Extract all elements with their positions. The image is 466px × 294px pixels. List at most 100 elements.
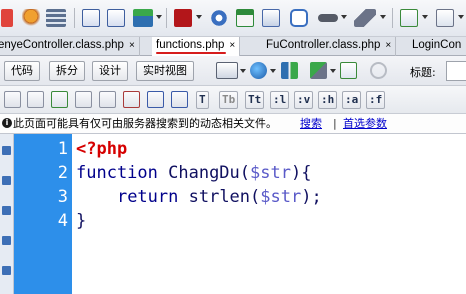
div-icon[interactable] (107, 9, 125, 27)
image-icon[interactable] (133, 9, 153, 27)
info-separator: | (333, 117, 337, 130)
format-icon-2[interactable] (27, 91, 44, 108)
tab-enyecontroller[interactable]: enyeController.class.php × (0, 37, 140, 56)
split-view-button[interactable]: 拆分 (49, 61, 85, 81)
select-parent-icon[interactable] (2, 206, 11, 215)
info-icon: i (2, 118, 12, 128)
document-toolbar: 代码 拆分 设计 实时视图 标题: (0, 56, 466, 86)
file-transfer-icon[interactable] (281, 62, 298, 79)
line-numbers-icon[interactable] (2, 266, 11, 275)
globe-icon[interactable] (250, 62, 267, 79)
format-button-h[interactable]: :h (318, 91, 338, 109)
format-button-a[interactable]: :a (342, 91, 362, 109)
new-document-icon[interactable] (1, 9, 13, 27)
template-icon[interactable] (354, 9, 376, 27)
code-line-2[interactable]: function ChangDu($str){ (76, 163, 311, 183)
code-editor[interactable]: 1 2 3 4 <?php function ChangDu($str){ re… (0, 134, 466, 294)
validate-icon[interactable] (340, 62, 357, 79)
calendar-icon[interactable] (236, 9, 254, 27)
text-format-button[interactable]: Tb (219, 91, 239, 109)
document-tabs: enyeController.class.php × functions.php ×… (0, 37, 466, 56)
flash-icon[interactable] (174, 9, 192, 27)
debug-icon[interactable] (310, 62, 327, 79)
variable-str: $str (260, 187, 302, 207)
toolbar-separator (74, 8, 75, 28)
tab-functions[interactable]: functions.php × (152, 37, 241, 56)
chevron-down-icon[interactable] (380, 15, 386, 19)
format-icon-1[interactable] (4, 91, 21, 108)
format-button-l[interactable]: :l (270, 91, 290, 109)
line-number: 2 (57, 163, 68, 183)
table-icon[interactable] (46, 9, 66, 27)
refresh-icon[interactable] (370, 62, 387, 79)
close-icon[interactable]: × (229, 40, 235, 51)
function-call: strlen( (178, 187, 261, 207)
tab-label: LoginCon (412, 39, 462, 51)
tab-label: functions.php (156, 39, 225, 51)
format-icon-7[interactable] (147, 91, 164, 108)
code-punctuation: ); (301, 187, 322, 207)
info-bar: i 此页面可能具有仅可由服务器搜索到的动态相关文件。 搜索 | 首选参数 (0, 114, 466, 134)
comment-icon[interactable] (290, 9, 308, 27)
title-field[interactable] (446, 61, 466, 81)
code-line-3[interactable]: return strlen($str); (76, 187, 322, 207)
format-icon-6[interactable] (123, 91, 140, 108)
toolbar-separator (166, 8, 167, 28)
tab-label: FuController.class.php (266, 39, 381, 51)
formatting-toolbar: T Tb Tt :l :v :h :a :f (0, 86, 466, 114)
chevron-down-icon[interactable] (270, 69, 276, 73)
chevron-down-icon[interactable] (458, 15, 464, 19)
tab-label: enyeController.class.php (0, 39, 124, 51)
expand-icon[interactable] (2, 176, 11, 185)
layout-icon[interactable] (82, 9, 100, 27)
chevron-down-icon[interactable] (422, 15, 428, 19)
multiscreen-icon[interactable] (216, 62, 238, 79)
format-button-f[interactable]: :f (366, 91, 386, 109)
main-toolbar (0, 0, 466, 37)
toolbar-separator (392, 8, 393, 28)
tab-logincontroller[interactable]: LoginCon (408, 37, 465, 56)
text-format-button[interactable]: Tt (245, 91, 265, 109)
format-icon-8[interactable] (171, 91, 188, 108)
format-button-v[interactable]: :v (294, 91, 314, 109)
collapse-icon[interactable] (2, 146, 11, 155)
coding-toolbar (0, 134, 14, 294)
close-icon[interactable]: × (385, 40, 391, 51)
live-view-button[interactable]: 实时视图 (136, 61, 194, 81)
function-name: ChangDu( (157, 163, 251, 183)
close-icon[interactable]: × (129, 40, 135, 51)
tab-fucontroller[interactable]: FuController.class.php × (262, 37, 397, 56)
code-line-1[interactable]: <?php (76, 139, 127, 159)
format-icon-4[interactable] (75, 91, 92, 108)
chevron-down-icon[interactable] (196, 15, 202, 19)
server-icon[interactable] (262, 9, 280, 27)
snippet-icon[interactable] (400, 9, 418, 27)
code-view-button[interactable]: 代码 (4, 61, 40, 81)
info-message: 此页面可能具有仅可由服务器搜索到的动态相关文件。 (13, 117, 277, 130)
chevron-down-icon[interactable] (341, 15, 347, 19)
insert-icon[interactable] (22, 9, 40, 27)
keyword-return: return (116, 187, 179, 207)
chevron-down-icon[interactable] (330, 69, 336, 73)
keyword-function: function (76, 163, 158, 183)
title-label: 标题: (410, 66, 436, 79)
design-view-button[interactable]: 设计 (92, 61, 128, 81)
detect-link[interactable]: 搜索 (300, 114, 322, 133)
line-number: 3 (57, 187, 68, 207)
code-line-4[interactable]: } (76, 211, 86, 231)
balance-braces-icon[interactable] (2, 236, 11, 245)
settings-icon[interactable] (210, 9, 228, 27)
chevron-down-icon[interactable] (240, 69, 246, 73)
line-number: 4 (57, 211, 68, 231)
format-icon-5[interactable] (99, 91, 116, 108)
preferences-link[interactable]: 首选参数 (343, 114, 387, 133)
format-icon-3[interactable] (51, 91, 68, 108)
code-punctuation: ){ (290, 163, 312, 183)
php-open-tag: <?php (76, 139, 128, 159)
chevron-down-icon[interactable] (156, 15, 162, 19)
text-format-button[interactable]: T (196, 91, 209, 109)
tag-icon[interactable] (318, 14, 338, 22)
help-icon[interactable] (436, 9, 454, 27)
closing-brace: } (76, 211, 87, 231)
